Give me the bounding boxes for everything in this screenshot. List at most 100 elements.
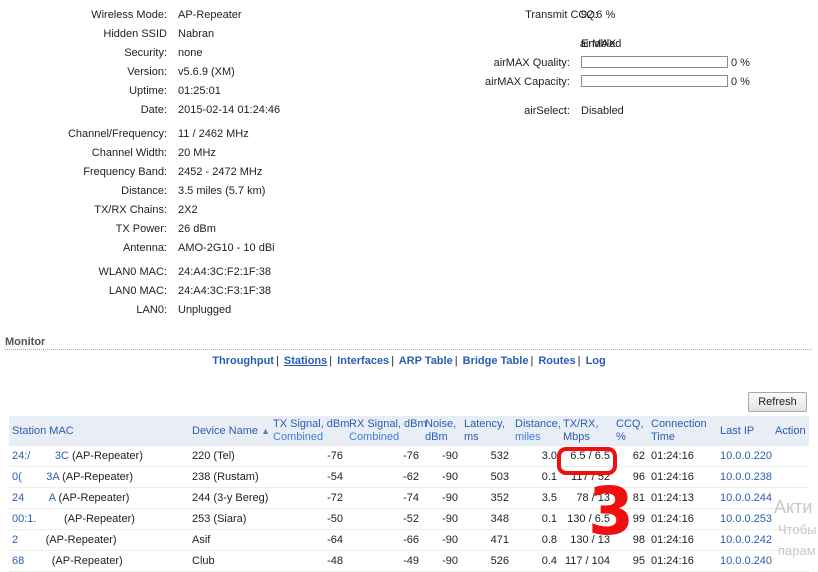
stations-table: Station MAC Device Name ▲ TX Signal, dBm…: [9, 416, 809, 572]
tab-stations[interactable]: Stations: [284, 355, 327, 367]
station-mac-link[interactable]: A: [49, 492, 56, 504]
action-cell: [772, 466, 809, 488]
station-cell: 24:/ 3C (AP-Repeater): [9, 446, 189, 467]
airmax-value: Enabled: [581, 38, 622, 50]
station-cell: 2 (AP-Repeater): [9, 529, 189, 551]
tab-log[interactable]: Log: [586, 355, 606, 367]
status-label: Uptime:: [129, 85, 167, 97]
airmax-quality-label: airMAX Quality:: [493, 57, 570, 69]
monitor-section-title: Monitor: [5, 336, 46, 348]
col-connection-time[interactable]: Connection Time: [648, 416, 717, 446]
station-mode: (AP-Repeater): [45, 534, 117, 546]
tab-throughput[interactable]: Throughput: [212, 355, 274, 367]
connection-time: 01:24:16: [648, 446, 717, 467]
distance: 0.4: [512, 550, 560, 572]
col-latency[interactable]: Latency, ms: [461, 416, 512, 446]
station-row: 2 (AP-Repeater) Asif -64 -66 -90 471 0.8 130 / …: [9, 529, 809, 551]
latency: 532: [461, 446, 512, 467]
status-value: v5.6.9 (XM): [178, 66, 235, 78]
col-rx-signal[interactable]: RX Signal, dBm Combined: [346, 416, 427, 446]
station-mac-link[interactable]: 3A: [46, 471, 59, 483]
status-label: Version:: [127, 66, 167, 78]
monitor-tabs: Throughput | Stations | Interfaces | ARP Ta…: [0, 355, 818, 367]
station-mac-link[interactable]: 24: [12, 492, 24, 504]
ccq: 62: [613, 446, 648, 467]
tab-interfaces[interactable]: Interfaces: [337, 355, 389, 367]
last-ip-link[interactable]: 10.0.0.220: [720, 450, 772, 462]
station-cell: 10.0.0.238: [717, 466, 772, 488]
red-annotation-circle: [557, 447, 617, 475]
col-device-name[interactable]: Device Name ▲: [189, 416, 270, 446]
status-value: none: [178, 47, 203, 59]
last-ip-link[interactable]: 10.0.0.240: [720, 555, 772, 567]
rx-signal: -62: [346, 466, 422, 488]
connection-time: 01:24:13: [648, 487, 717, 509]
noise: -90: [422, 487, 461, 509]
distance: 0.8: [512, 529, 560, 551]
ccq: 95: [613, 550, 648, 572]
tab-separator: |: [329, 355, 333, 367]
latency: 352: [461, 487, 512, 509]
station-mode: (AP-Repeater): [71, 450, 143, 462]
station-cell: 10.0.0.244: [717, 487, 772, 509]
airmax-quality-bar: [581, 56, 728, 68]
station-row: 24 A (AP-Repeater) 244 (3-y Bereg) -72 -74-…: [9, 487, 809, 509]
station-cell: 24 A (AP-Repeater): [9, 487, 189, 509]
status-value: Nabran: [178, 28, 215, 40]
status-value: 20 MHz: [178, 147, 216, 159]
station-mac-link[interactable]: 3C: [55, 450, 69, 462]
station-mac-link[interactable]: 24:/: [12, 450, 30, 462]
last-ip-link[interactable]: 10.0.0.244: [720, 492, 772, 504]
device-name: 244 (3-y Bereg): [189, 487, 270, 509]
status-value: 3.5 miles (5.7 km): [178, 185, 266, 197]
noise: -90: [422, 529, 461, 551]
connection-time: 01:24:16: [648, 466, 717, 488]
rx-signal: -66: [346, 529, 422, 551]
col-distance[interactable]: Distance, miles: [512, 416, 561, 446]
noise: -90: [422, 446, 461, 467]
tab-arp-table[interactable]: ARP Table: [399, 355, 453, 367]
tab-bridge-table[interactable]: Bridge Table: [463, 355, 529, 367]
col-noise[interactable]: Noise, dBm: [422, 416, 461, 446]
rx-signal: -74: [346, 487, 422, 509]
status-label: Security:: [124, 47, 167, 59]
airmax-capacity-label: airMAX Capacity:: [485, 76, 570, 88]
station-row: 00:1. (AP-Repeater) 253 (Siara) -50 -52 -90 3…: [9, 508, 809, 530]
status-label: LAN0:: [136, 304, 167, 316]
latency: 503: [461, 466, 512, 488]
distance: 0.1: [512, 466, 560, 488]
refresh-button[interactable]: Refresh: [748, 392, 807, 412]
station-mac-link[interactable]: 68: [12, 555, 24, 567]
status-value: 26 dBm: [178, 223, 216, 235]
col-tx-signal[interactable]: TX Signal, dBm Combined: [270, 416, 349, 446]
latency: 471: [461, 529, 512, 551]
airselect-value: Disabled: [581, 105, 624, 117]
last-ip-link[interactable]: 10.0.0.238: [720, 471, 772, 483]
status-value: 24:A4:3C:F2:1F:38: [178, 266, 271, 278]
col-ccq[interactable]: CCQ,%: [613, 416, 648, 446]
device-name: Club: [189, 550, 270, 572]
status-value: 11 / 2462 MHz: [178, 128, 249, 140]
status-value: AMO-2G10 - 10 dBi: [178, 242, 275, 254]
airmax-capacity-percent: 0 %: [731, 76, 750, 88]
status-label: LAN0 MAC:: [108, 285, 167, 297]
station-cell: 00:1. (AP-Repeater): [9, 508, 189, 530]
status-label: Channel/Frequency:: [67, 128, 167, 140]
col-last-ip[interactable]: Last IP: [717, 416, 772, 446]
col-station-mac[interactable]: Station MAC: [9, 416, 189, 446]
col-action: Action: [772, 416, 809, 446]
last-ip-link[interactable]: 10.0.0.242: [720, 534, 772, 546]
station-cell: 10.0.0.253: [717, 508, 772, 530]
airselect-label: airSelect:: [524, 105, 570, 117]
station-mac-link[interactable]: 0(: [12, 471, 22, 483]
tab-separator: |: [577, 355, 581, 367]
station-mac-link[interactable]: 00:1.: [12, 513, 36, 525]
last-ip-link[interactable]: 10.0.0.253: [720, 513, 772, 525]
status-label: Wireless Mode:: [91, 9, 167, 21]
station-row: 68 (AP-Repeater) Club -48 -49 -90 526 0.4 117 /…: [9, 550, 809, 572]
connection-time: 01:24:16: [648, 529, 717, 551]
noise: -90: [422, 550, 461, 572]
col-txrx[interactable]: TX/RX, Mbps: [560, 416, 613, 446]
tab-routes[interactable]: Routes: [538, 355, 575, 367]
connection-time: 01:24:16: [648, 508, 717, 530]
